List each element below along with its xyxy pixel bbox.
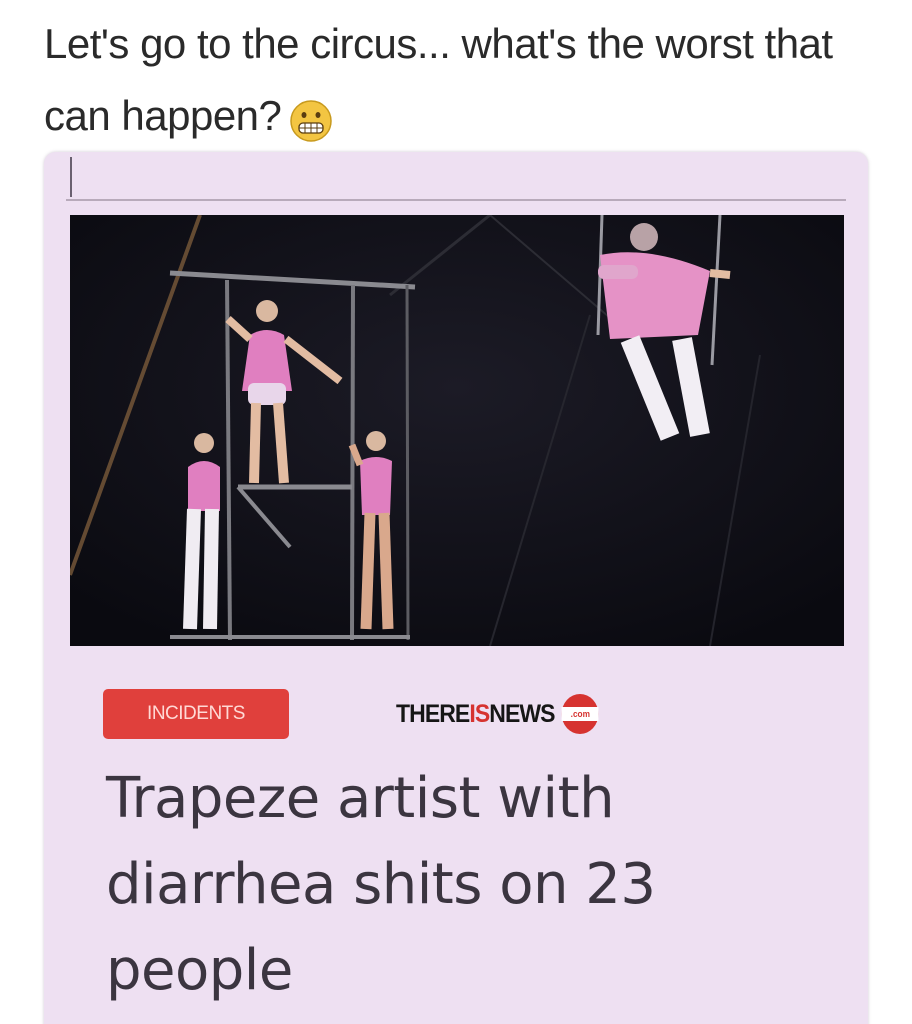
logo-badge-icon: .com [561,694,599,734]
logo-text-is: IS [469,699,490,728]
trapeze-photo-illustration [70,215,844,646]
logo-suffix: .com [561,707,599,721]
text-cursor [70,157,72,197]
article-headline[interactable]: Trapeze artist with diarrhea shits on 23… [106,756,846,1014]
article-photo[interactable] [70,215,844,646]
post-caption: Let's go to the circus... what's the wor… [44,8,874,152]
logo-text-there: THERE [396,699,470,728]
logo-text-news: NEWS [489,699,555,728]
news-card[interactable]: INCIDENTS THERE IS NEWS .com Trapeze artist… [44,152,868,1024]
meme-post: Let's go to the circus... what's the wor… [0,0,912,1024]
source-logo[interactable]: THERE IS NEWS .com [396,692,599,736]
category-badge[interactable]: INCIDENTS [103,689,289,739]
card-header-bar [66,152,846,201]
caption-text: Let's go to the circus... what's the wor… [44,20,833,139]
grimacing-face-icon [289,93,333,142]
